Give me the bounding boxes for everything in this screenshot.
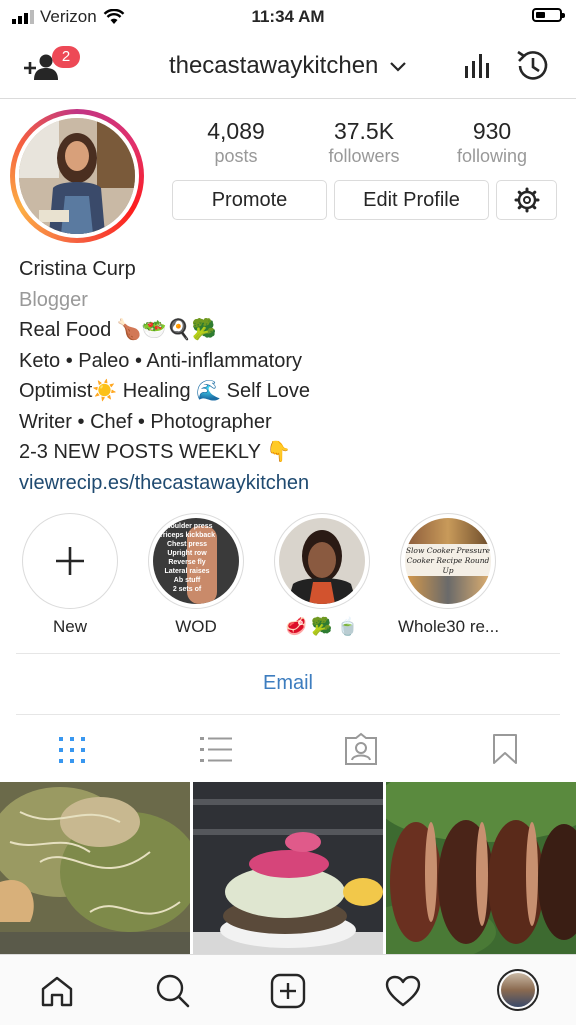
clock: 11:34 AM [251,7,325,26]
whole30-text-line: Cooker Recipe Round Up [406,556,490,575]
plus-icon [56,547,84,575]
chevron-down-icon [390,61,406,72]
wod-text-line: Upright row [167,550,207,557]
edit-profile-button[interactable]: Edit Profile [334,180,489,220]
tagged-icon[interactable] [343,732,379,766]
highlight-label: Whole30 re... [398,617,500,636]
posts-label: posts [214,146,258,166]
whole30-text-line: Slow Cooker Pressure [405,546,491,555]
post-thumbnail[interactable] [386,782,576,954]
highlight-wod-thumb: Shoulder press Triceps kickback Chest pr… [153,518,239,604]
settings-button[interactable] [496,180,557,220]
highlight-food-circle [274,513,370,609]
highlight-food[interactable]: 🥩 🥦 🍵 [272,513,372,637]
wod-text-line: Shoulder press [161,523,213,530]
profile-avatar-thumb [501,973,535,1007]
saved-icon[interactable] [492,733,518,765]
followers-value: 37.5K [333,118,395,144]
followers-count[interactable]: 37.5K followers [304,118,424,167]
profile-bio: Cristina Curp Blogger Real Food 🍗🥗🍳🥦 Ket… [19,254,559,498]
bio-line: 2-3 NEW POSTS WEEKLY 👇 [19,441,292,463]
archive-history-icon[interactable] [515,48,551,84]
bio-line: Real Food 🍗🥗🍳🥦 [19,319,217,341]
bottom-nav-bar [0,954,576,1025]
top-nav-bar: thecastawaykitchen [0,34,576,99]
wod-text-line: Lateral raises [164,568,210,575]
insights-icon[interactable] [464,54,490,78]
profile-photo [19,118,135,234]
bio-line: Writer • Chef • Photographer [19,410,272,433]
divider [16,714,560,715]
highlight-label: WOD [175,617,217,636]
bio-line: Optimist☀️ Healing 🌊 Self Love [19,380,311,402]
posts-count[interactable]: 4,089 posts [176,118,296,167]
posts-value: 4,089 [207,118,265,144]
username-title: thecastawaykitchen [168,52,379,79]
wod-text-line: Ab stuff [173,577,201,584]
highlight-label: New [52,617,87,636]
notification-badge: 2 [52,46,80,68]
wod-text-line: 2 sets of [172,586,202,593]
heart-icon[interactable] [385,975,421,1007]
promote-button[interactable]: Promote [172,180,327,220]
email-button[interactable]: Email [0,672,576,695]
highlight-food-thumb [279,518,365,604]
bio-line: Keto • Paleo • Anti-inflammatory [19,349,303,372]
gear-icon [514,187,539,213]
followers-label: followers [328,146,400,166]
highlight-wod[interactable]: Shoulder press Triceps kickback Chest pr… [146,513,246,637]
highlight-whole30-thumb: Slow Cooker Pressure Cooker Recipe Round… [405,518,491,604]
following-value: 930 [472,118,512,144]
home-icon[interactable] [40,975,74,1007]
battery-icon [532,8,565,22]
website-link[interactable]: viewrecip.es/thecastawaykitchen [19,468,559,499]
wod-text-line: Triceps kickback [159,532,216,539]
following-label: following [456,146,528,166]
wod-text-line: Reverse fly [168,559,206,566]
highlight-wod-circle: Shoulder press Triceps kickback Chest pr… [148,513,244,609]
profile-tabs [0,718,576,780]
following-count[interactable]: 930 following [432,118,552,167]
wod-text-line: Chest press [166,541,208,548]
profile-avatar-tab[interactable] [497,969,539,1011]
divider [16,653,560,654]
add-post-icon[interactable] [270,973,306,1009]
highlight-whole30[interactable]: Slow Cooker Pressure Cooker Recipe Round… [398,513,500,637]
highlight-new-circle [22,513,118,609]
list-icon[interactable] [200,736,232,764]
grid-icon[interactable] [58,736,86,764]
profile-name: Cristina Curp [19,258,136,280]
highlight-whole30-circle: Slow Cooker Pressure Cooker Recipe Round… [400,513,496,609]
profile-avatar[interactable] [10,109,144,243]
status-bar: Verizon 11:34 AM [0,0,576,34]
post-thumbnail[interactable] [0,782,190,954]
profile-category: Blogger [19,288,88,311]
highlight-label: 🥩 🥦 🍵 [285,617,359,636]
search-icon[interactable] [155,973,191,1009]
highlight-new[interactable]: New [20,513,120,637]
post-thumbnail[interactable] [193,782,383,954]
